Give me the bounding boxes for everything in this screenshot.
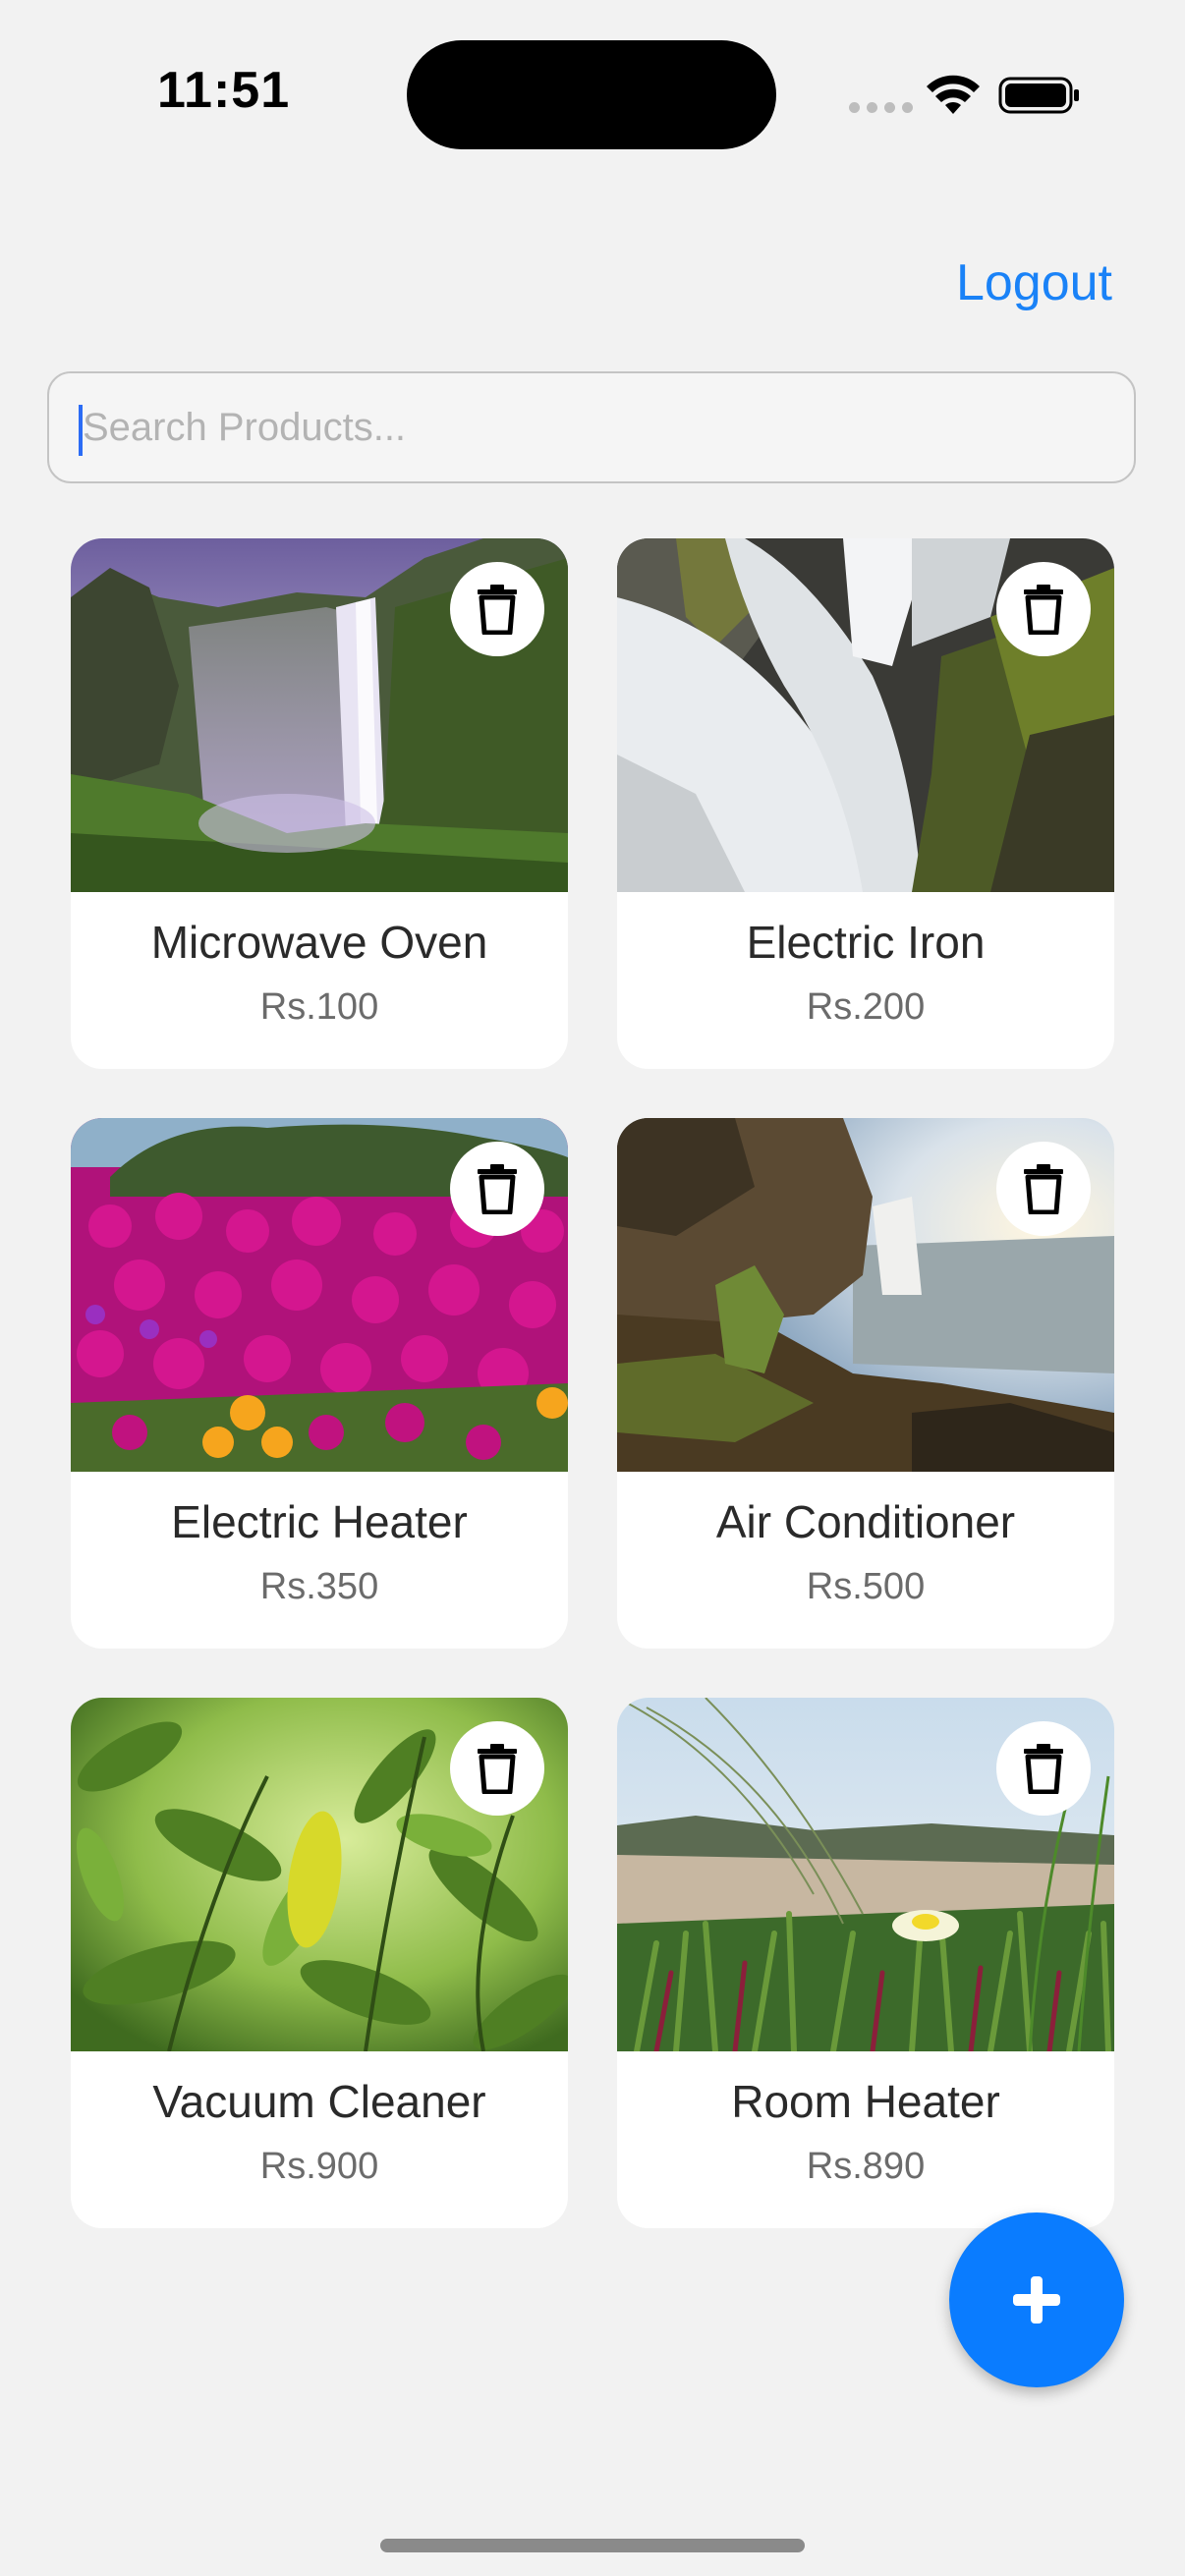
product-image: [71, 538, 568, 892]
product-name: Air Conditioner: [715, 1496, 1016, 1547]
battery-icon: [998, 77, 1079, 114]
product-price: Rs.200: [806, 986, 926, 1028]
product-price: Rs.890: [806, 2146, 926, 2187]
product-image: [617, 538, 1114, 892]
product-card[interactable]: Air Conditioner Rs.500: [617, 1118, 1114, 1649]
product-price: Rs.100: [259, 986, 379, 1028]
trash-icon: [478, 585, 517, 635]
trash-icon: [478, 1164, 517, 1214]
product-name: Electric Heater: [171, 1496, 468, 1547]
product-grid: Microwave Oven Rs.100 Electric Iron Rs.2…: [71, 538, 1114, 2228]
trash-icon: [1024, 1164, 1063, 1214]
product-card[interactable]: Vacuum Cleaner Rs.900: [71, 1698, 568, 2228]
delete-button[interactable]: [450, 1721, 544, 1816]
product-price: Rs.500: [806, 1566, 926, 1607]
product-name: Room Heater: [731, 2076, 1000, 2127]
product-image: [71, 1118, 568, 1472]
search-input[interactable]: [83, 373, 1104, 481]
delete-button[interactable]: [996, 1721, 1091, 1816]
product-card[interactable]: Microwave Oven Rs.100: [71, 538, 568, 1069]
product-image: [71, 1698, 568, 2051]
logout-button[interactable]: Logout: [956, 253, 1112, 312]
add-product-button[interactable]: [949, 2212, 1124, 2387]
product-image: [617, 1118, 1114, 1472]
delete-button[interactable]: [450, 562, 544, 656]
status-time: 11:51: [157, 62, 291, 119]
delete-button[interactable]: [450, 1142, 544, 1236]
trash-icon: [1024, 585, 1063, 635]
product-card[interactable]: Electric Heater Rs.350: [71, 1118, 568, 1649]
plus-icon: [1013, 2276, 1060, 2324]
product-image: [617, 1698, 1114, 2051]
wifi-icon: [927, 75, 980, 114]
product-card[interactable]: Electric Iron Rs.200: [617, 538, 1114, 1069]
search-box[interactable]: [47, 371, 1136, 483]
product-price: Rs.350: [259, 1566, 379, 1607]
product-card[interactable]: Room Heater Rs.890: [617, 1698, 1114, 2228]
home-indicator[interactable]: [380, 2539, 805, 2552]
trash-icon: [478, 1744, 517, 1794]
product-name: Microwave Oven: [150, 917, 488, 968]
product-name: Vacuum Cleaner: [152, 2076, 486, 2127]
product-price: Rs.900: [259, 2146, 379, 2187]
dynamic-island: [407, 40, 776, 149]
trash-icon: [1024, 1744, 1063, 1794]
cellular-signal-icon: [849, 102, 913, 113]
delete-button[interactable]: [996, 1142, 1091, 1236]
product-name: Electric Iron: [746, 917, 986, 968]
delete-button[interactable]: [996, 562, 1091, 656]
